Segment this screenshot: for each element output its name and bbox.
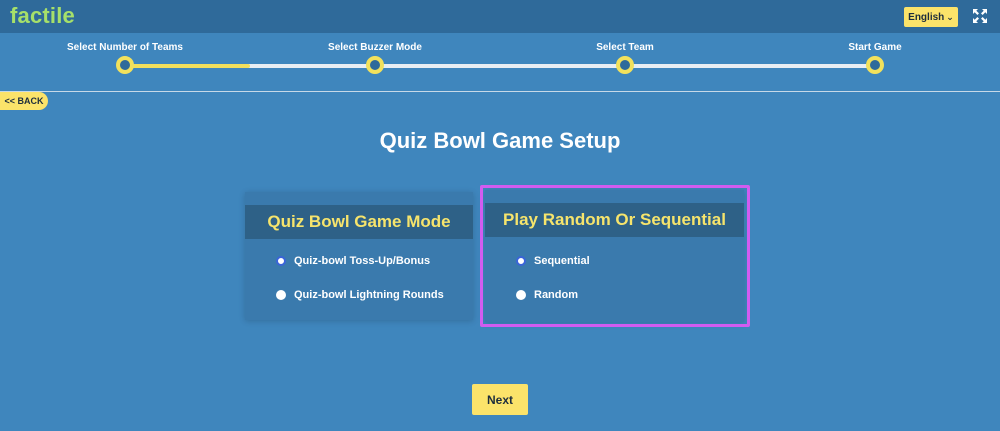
back-button[interactable]: << BACK <box>0 92 48 110</box>
step-label-buzzer: Select Buzzer Mode <box>328 42 422 53</box>
game-mode-title: Quiz Bowl Game Mode <box>245 205 473 239</box>
factile-logo[interactable]: factile <box>10 3 75 29</box>
radio-button[interactable] <box>276 290 286 300</box>
game-mode-option-tossup[interactable]: Quiz-bowl Toss-Up/Bonus <box>276 255 430 267</box>
step-label-teams: Select Number of Teams <box>67 42 183 53</box>
step-dot-teams[interactable] <box>116 56 134 74</box>
fullscreen-icon[interactable] <box>972 8 988 24</box>
next-button[interactable]: Next <box>472 384 528 415</box>
step-label-start: Start Game <box>848 42 902 53</box>
language-label: English <box>908 11 945 23</box>
step-dot-start[interactable] <box>866 56 884 74</box>
step-label-team: Select Team <box>596 42 654 53</box>
game-mode-panel: Quiz Bowl Game Mode Quiz-bowl Toss-Up/Bo… <box>245 192 473 320</box>
option-label: Quiz-bowl Toss-Up/Bonus <box>294 255 431 267</box>
top-bar: factile English ⌄ <box>0 0 1000 33</box>
step-dot-buzzer[interactable] <box>366 56 384 74</box>
option-label: Quiz-bowl Lightning Rounds <box>294 289 444 301</box>
page-title: Quiz Bowl Game Setup <box>379 128 621 153</box>
highlight-outline <box>480 185 750 327</box>
setup-stepper: Select Number of Teams Select Buzzer Mod… <box>0 33 1000 91</box>
header-divider <box>0 91 1000 92</box>
step-dot-team[interactable] <box>616 56 634 74</box>
chevron-down-icon: ⌄ <box>946 11 954 22</box>
game-mode-option-lightning[interactable]: Quiz-bowl Lightning Rounds <box>276 289 444 301</box>
radio-button[interactable] <box>276 256 286 266</box>
stepper-progress <box>125 64 251 68</box>
language-select[interactable]: English ⌄ <box>904 7 958 27</box>
